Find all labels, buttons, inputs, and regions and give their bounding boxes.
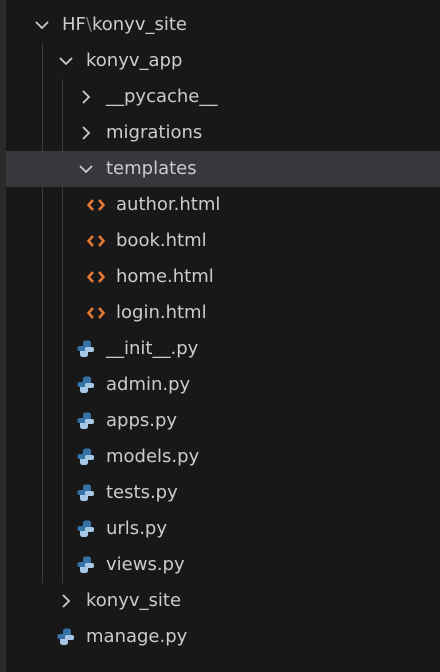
tree-file-admin-py[interactable]: admin.py [6, 367, 440, 403]
tree-file-views-py[interactable]: views.py [6, 547, 440, 583]
tree-item-label: views.py [106, 554, 185, 575]
tree-file-home-html[interactable]: home.html [6, 259, 440, 295]
python-file-icon [76, 447, 96, 467]
tree-item-label: admin.py [106, 374, 191, 395]
chevron-down-icon [76, 159, 96, 179]
tree-folder-templates[interactable]: templates [6, 151, 440, 187]
tree-file-author-html[interactable]: author.html [6, 187, 440, 223]
root-path-start: HF [62, 14, 86, 35]
tree-item-label: apps.py [106, 410, 178, 431]
tree-item-label: models.py [106, 446, 200, 467]
tree-file-urls-py[interactable]: urls.py [6, 511, 440, 547]
file-explorer: HF\konyv_site konyv_app __pycache__migrat… [0, 0, 440, 672]
tree-item-label: login.html [116, 302, 207, 323]
html-file-icon [86, 231, 106, 251]
indent-guide [62, 79, 63, 583]
tree-item-label: konyv_app [86, 50, 183, 71]
tree-item-label: home.html [116, 266, 214, 287]
html-file-icon [86, 267, 106, 287]
tree-file-manage-py[interactable]: manage.py [6, 619, 440, 655]
tree-item-label: __init__.py [106, 338, 199, 359]
tree-folder-konyv-app[interactable]: konyv_app [6, 43, 440, 79]
python-file-icon [76, 519, 96, 539]
python-file-icon [76, 483, 96, 503]
tree-item-label: book.html [116, 230, 207, 251]
tree-file-apps-py[interactable]: apps.py [6, 403, 440, 439]
tree-file-tests-py[interactable]: tests.py [6, 475, 440, 511]
python-file-icon [76, 555, 96, 575]
python-file-icon [56, 627, 76, 647]
chevron-right-icon [76, 123, 96, 143]
tree-item-label: konyv_site [86, 590, 182, 611]
tree-item-label: urls.py [106, 518, 167, 539]
tree-item-label: manage.py [86, 626, 188, 647]
tree-folder-konyv-site[interactable]: konyv_site [6, 583, 440, 619]
root-path-end: konyv_site [91, 14, 187, 35]
html-file-icon [86, 195, 106, 215]
tree-folder-pycache[interactable]: __pycache__ [6, 79, 440, 115]
tree-item-label: __pycache__ [106, 86, 218, 107]
tree-file-init-py[interactable]: __init__.py [6, 331, 440, 367]
indent-guide [42, 43, 43, 583]
tree-item-label: tests.py [106, 482, 178, 503]
root-folder-label: HF\konyv_site [62, 7, 187, 43]
tree-file-models-py[interactable]: models.py [6, 439, 440, 475]
chevron-right-icon [76, 87, 96, 107]
python-file-icon [76, 339, 96, 359]
tree-file-login-html[interactable]: login.html [6, 295, 440, 331]
tree-item-label: author.html [116, 194, 221, 215]
chevron-down-icon [32, 15, 52, 35]
tree-item-label: migrations [106, 122, 203, 143]
tree-file-book-html[interactable]: book.html [6, 223, 440, 259]
python-file-icon [76, 411, 96, 431]
chevron-right-icon [56, 591, 76, 611]
tree-item-label: templates [106, 158, 197, 179]
tree-folder-migrations[interactable]: migrations [6, 115, 440, 151]
html-file-icon [86, 303, 106, 323]
python-file-icon [76, 375, 96, 395]
chevron-down-icon [56, 51, 76, 71]
tree-root-folder[interactable]: HF\konyv_site [6, 7, 440, 43]
